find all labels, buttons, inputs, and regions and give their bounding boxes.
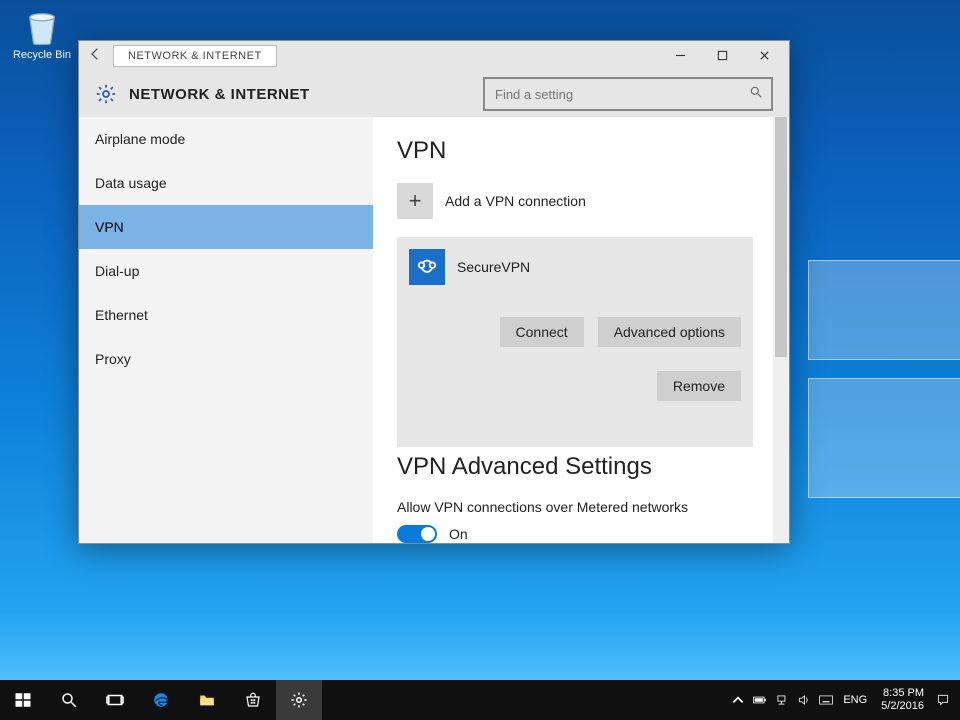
tray-time: 8:35 PM — [881, 687, 924, 700]
metered-toggle[interactable] — [397, 525, 437, 543]
taskbar-store[interactable] — [230, 680, 276, 720]
sidebar-item-dial-up[interactable]: Dial-up — [79, 249, 373, 293]
maximize-button[interactable] — [701, 41, 743, 69]
battery-icon — [753, 693, 767, 707]
tray-battery[interactable] — [749, 693, 771, 707]
tray-date: 5/2/2016 — [881, 700, 924, 713]
sidebar-item-proxy[interactable]: Proxy — [79, 337, 373, 381]
section-heading-advanced: VPN Advanced Settings — [397, 453, 753, 481]
windows-icon — [14, 691, 32, 709]
task-view-icon — [106, 691, 124, 709]
tray-network[interactable] — [771, 693, 793, 707]
search-field[interactable] — [483, 77, 773, 111]
tray-action-center[interactable] — [932, 693, 954, 707]
add-vpn-row[interactable]: + Add a VPN connection — [397, 183, 753, 219]
sidebar-item-data-usage[interactable]: Data usage — [79, 161, 373, 205]
store-icon — [244, 691, 262, 709]
tray-show-hidden[interactable] — [727, 693, 749, 707]
tray-keyboard[interactable] — [815, 693, 837, 707]
title-tab: NETWORK & INTERNET — [113, 45, 277, 67]
taskbar-file-explorer[interactable] — [184, 680, 230, 720]
search-icon — [60, 691, 78, 709]
header-bar: NETWORK & INTERNET — [79, 71, 789, 117]
search-input[interactable] — [493, 86, 749, 103]
desktop: Recycle Bin NETWORK & INTERNET — [0, 0, 960, 720]
edge-icon — [152, 691, 170, 709]
tray-language[interactable]: ENG — [837, 694, 873, 706]
plus-icon: + — [397, 183, 433, 219]
vpn-connection-name: SecureVPN — [457, 259, 530, 275]
gear-icon — [95, 83, 117, 105]
metered-label: Allow VPN connections over Metered netwo… — [397, 499, 753, 515]
back-button[interactable] — [79, 46, 113, 67]
section-heading-vpn: VPN — [397, 137, 753, 165]
scrollbar-thumb[interactable] — [775, 117, 787, 357]
minimize-button[interactable] — [659, 41, 701, 69]
start-button[interactable] — [0, 680, 46, 720]
tray-volume[interactable] — [793, 693, 815, 707]
volume-icon — [797, 693, 811, 707]
sidebar-item-ethernet[interactable]: Ethernet — [79, 293, 373, 337]
tray-clock[interactable]: 8:35 PM 5/2/2016 — [873, 687, 932, 713]
system-tray: ENG 8:35 PM 5/2/2016 — [727, 680, 960, 720]
task-view-button[interactable] — [92, 680, 138, 720]
network-icon — [775, 693, 789, 707]
taskbar-edge[interactable] — [138, 680, 184, 720]
gear-icon — [290, 691, 308, 709]
recycle-bin-icon — [21, 5, 63, 47]
page-title: NETWORK & INTERNET — [129, 86, 310, 103]
close-button[interactable] — [743, 41, 785, 69]
recycle-bin[interactable]: Recycle Bin — [10, 5, 74, 61]
chevron-up-icon — [731, 693, 745, 707]
folder-icon — [198, 691, 216, 709]
search-icon — [749, 85, 763, 104]
add-vpn-label: Add a VPN connection — [445, 193, 586, 209]
advanced-options-button[interactable]: Advanced options — [598, 317, 741, 347]
sidebar-item-airplane-mode[interactable]: Airplane mode — [79, 117, 373, 161]
metered-state: On — [449, 526, 468, 542]
remove-button[interactable]: Remove — [657, 371, 741, 401]
content-scrollbar[interactable] — [773, 117, 789, 543]
connect-button[interactable]: Connect — [500, 317, 584, 347]
vpn-icon — [409, 249, 445, 285]
sidebar-item-vpn[interactable]: VPN — [79, 205, 373, 249]
sidebar: Airplane mode Data usage VPN Dial-up Eth… — [79, 117, 373, 543]
taskbar: ENG 8:35 PM 5/2/2016 — [0, 680, 960, 720]
taskbar-settings[interactable] — [276, 680, 322, 720]
vpn-connection-card[interactable]: SecureVPN Connect Advanced options Remov… — [397, 237, 753, 447]
taskbar-search[interactable] — [46, 680, 92, 720]
titlebar: NETWORK & INTERNET — [79, 41, 789, 71]
recycle-bin-label: Recycle Bin — [13, 49, 71, 61]
settings-window: NETWORK & INTERNET — [78, 40, 790, 544]
notification-icon — [936, 693, 950, 707]
content-pane: VPN + Add a VPN connection — [373, 117, 773, 543]
keyboard-icon — [819, 693, 833, 707]
